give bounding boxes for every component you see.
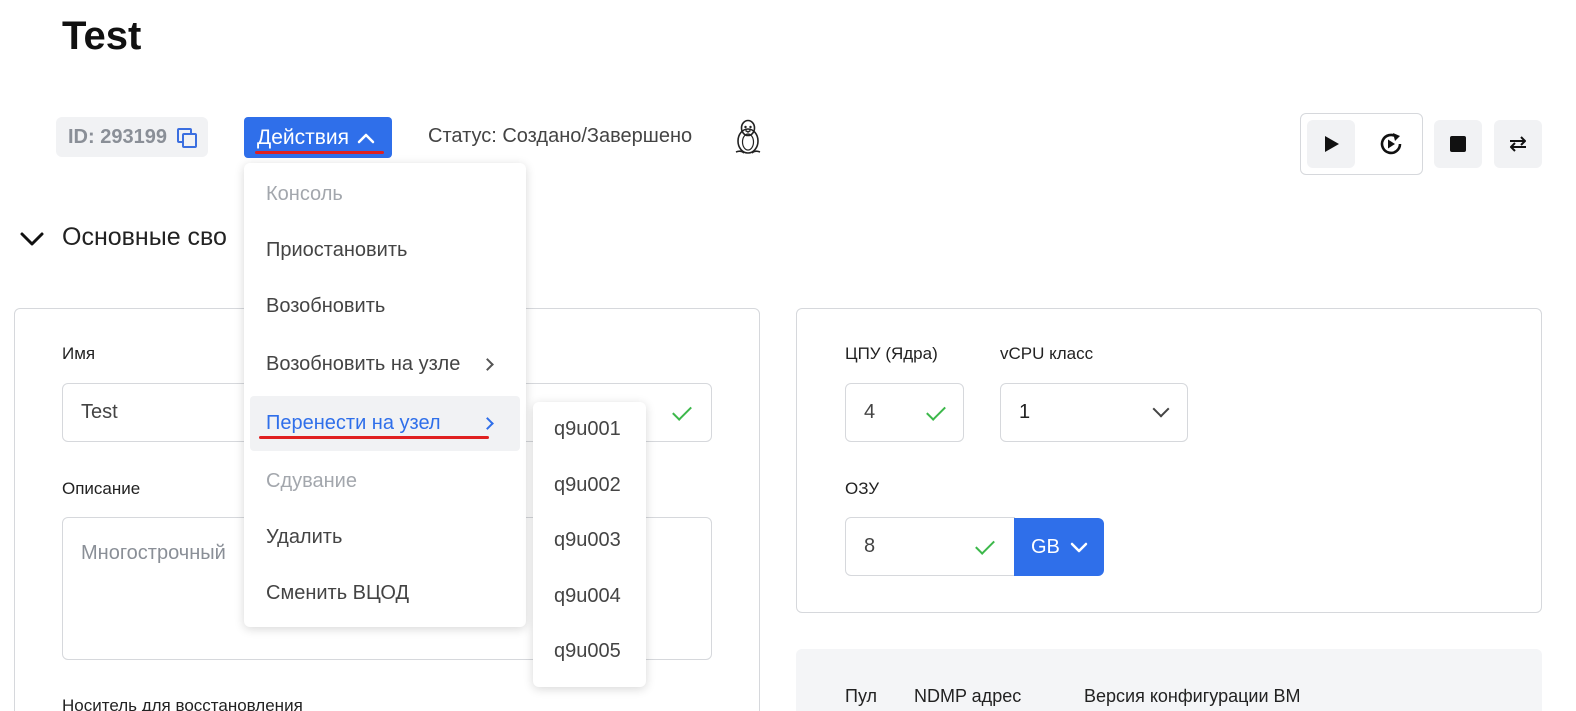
menu-item-delete[interactable]: Удалить bbox=[250, 510, 520, 565]
chevron-down-icon[interactable] bbox=[18, 225, 46, 253]
node-item[interactable]: q9u001 bbox=[533, 402, 646, 457]
menu-item-resume-on-node[interactable]: Возобновить на узле bbox=[250, 337, 520, 392]
menu-item-label: Удалить bbox=[266, 526, 343, 548]
migrate-icon bbox=[1510, 136, 1526, 152]
menu-item-label: Консоль bbox=[266, 183, 343, 205]
valid-check-icon bbox=[926, 401, 946, 421]
ram-input[interactable]: 8 bbox=[845, 517, 1015, 576]
vcpu-label: vCPU класс bbox=[1000, 344, 1094, 363]
annotation-underline-actions bbox=[255, 151, 384, 154]
valid-check-icon bbox=[975, 535, 995, 555]
node-item[interactable]: q9u002 bbox=[533, 458, 646, 513]
menu-item-suspend[interactable]: Приостановить bbox=[250, 223, 520, 278]
ram-label: ОЗУ bbox=[845, 479, 880, 498]
chevron-right-icon bbox=[481, 417, 494, 430]
menu-item-console: Консоль bbox=[250, 167, 520, 222]
vcpu-value: 1 bbox=[1019, 401, 1031, 423]
cpu-label: ЦПУ (Ядра) bbox=[845, 344, 938, 363]
status-text: Статус: Создано/Завершено bbox=[428, 125, 693, 147]
copy-icon[interactable] bbox=[176, 128, 197, 148]
menu-item-label: Перенести на узел bbox=[266, 412, 441, 434]
menu-item-label: Возобновить на узле bbox=[266, 353, 461, 375]
name-label: Имя bbox=[62, 344, 96, 363]
chevron-down-icon bbox=[1152, 400, 1170, 418]
play-icon bbox=[1325, 136, 1339, 152]
menu-item-migrate-to-node[interactable]: Перенести на узел bbox=[250, 396, 520, 451]
vcpu-class-select[interactable]: 1 bbox=[1000, 383, 1188, 442]
menu-item-deflate: Сдувание bbox=[250, 454, 520, 509]
ram-unit-label: GB bbox=[1031, 535, 1060, 558]
node-item[interactable]: q9u005 bbox=[533, 624, 646, 679]
node-item[interactable]: q9u003 bbox=[533, 513, 646, 568]
stop-button[interactable] bbox=[1434, 120, 1482, 168]
chevron-down-icon bbox=[1070, 542, 1088, 553]
menu-item-label: Сменить ВЦОД bbox=[266, 582, 410, 604]
node-item[interactable]: q9u004 bbox=[533, 569, 646, 624]
node-submenu: q9u001 q9u002 q9u003 q9u004 q9u005 bbox=[533, 402, 646, 687]
ram-value: 8 bbox=[864, 535, 876, 557]
linux-penguin-icon bbox=[735, 119, 761, 154]
name-value: Test bbox=[81, 401, 118, 423]
menu-item-label: Сдувание bbox=[266, 470, 357, 492]
description-placeholder: Многострочный bbox=[81, 542, 226, 564]
chevron-up-icon bbox=[357, 133, 375, 143]
restart-button[interactable] bbox=[1367, 120, 1415, 168]
section-title: Основные сво bbox=[62, 223, 227, 251]
migrate-button[interactable] bbox=[1494, 120, 1542, 168]
menu-item-label: Возобновить bbox=[266, 295, 386, 317]
valid-check-icon bbox=[672, 401, 692, 421]
id-label: ID: 293199 bbox=[68, 125, 167, 148]
start-button[interactable] bbox=[1307, 120, 1355, 168]
description-label: Описание bbox=[62, 479, 141, 498]
ram-unit-dropdown[interactable]: GB bbox=[1014, 518, 1104, 576]
stop-icon bbox=[1450, 136, 1466, 152]
chevron-right-icon bbox=[481, 358, 494, 371]
actions-label: Действия bbox=[257, 125, 350, 149]
restore-media-label: Носитель для восстановления bbox=[62, 696, 303, 711]
menu-item-change-dc[interactable]: Сменить ВЦОД bbox=[250, 566, 520, 621]
menu-item-resume[interactable]: Возобновить bbox=[250, 279, 520, 334]
id-chip[interactable]: ID: 293199 bbox=[56, 117, 208, 157]
cpu-input[interactable]: 4 bbox=[845, 383, 964, 442]
restart-icon bbox=[1380, 133, 1402, 155]
cpu-value: 4 bbox=[864, 401, 876, 423]
menu-item-label: Приостановить bbox=[266, 239, 408, 261]
column-header-ndmp: NDMP адрес bbox=[914, 686, 1022, 706]
annotation-underline-migrate bbox=[259, 436, 489, 439]
actions-menu: Консоль Приостановить Возобновить Возобн… bbox=[244, 163, 526, 627]
page-title: Test bbox=[62, 14, 142, 58]
column-header-config-version: Версия конфигурации ВМ bbox=[1084, 686, 1301, 706]
column-header-pool: Пул bbox=[845, 686, 878, 706]
